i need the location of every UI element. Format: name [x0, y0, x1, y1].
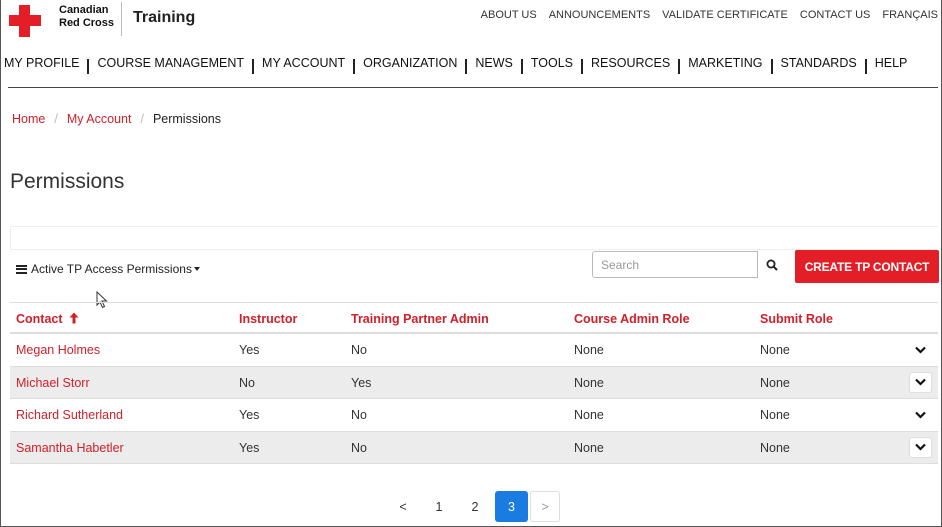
- table-row: Megan Holmes Yes No None None: [10, 334, 938, 367]
- utility-nav-francais[interactable]: FRANÇAIS: [882, 9, 938, 21]
- pagination: < 1 2 3 >: [385, 491, 560, 522]
- nav-course-management[interactable]: COURSE MANAGEMENT: [97, 56, 244, 70]
- instructor-cell: Yes: [239, 408, 260, 422]
- page-title: Permissions: [10, 170, 125, 193]
- red-cross-logo-icon[interactable]: [9, 5, 41, 37]
- header-training-partner-admin[interactable]: Training Partner Admin: [351, 312, 489, 326]
- nav-news[interactable]: NEWS: [475, 56, 513, 70]
- course-admin-cell: None: [574, 375, 604, 390]
- contact-link[interactable]: Megan Holmes: [16, 343, 100, 357]
- contact-link[interactable]: Michael Storr: [16, 376, 90, 390]
- table-row: Samantha Habetler Yes No None None: [10, 431, 938, 464]
- utility-nav-contact-us[interactable]: CONTACT US: [800, 9, 871, 21]
- chevron-down-icon: [915, 378, 926, 386]
- table-row: Michael Storr No Yes None None: [10, 366, 938, 399]
- course-admin-cell: None: [574, 440, 604, 455]
- breadcrumb-separator: /: [140, 112, 144, 126]
- nav-marketing[interactable]: MARKETING: [688, 56, 762, 70]
- utility-nav-validate-certificate[interactable]: VALIDATE CERTIFICATE: [662, 9, 788, 21]
- pagination-prev[interactable]: <: [385, 491, 421, 522]
- brand-divider: [121, 2, 122, 36]
- permissions-table: Contact Instructor Training Partner Admi…: [10, 302, 938, 464]
- breadcrumb-home[interactable]: Home: [12, 112, 45, 126]
- breadcrumb-my-account[interactable]: My Account: [67, 112, 132, 126]
- submit-role-cell: None: [760, 440, 790, 455]
- expand-row-button[interactable]: [909, 436, 932, 458]
- expand-row-button[interactable]: [909, 339, 932, 360]
- tp-admin-cell: Yes: [351, 375, 372, 390]
- search-input[interactable]: [592, 251, 758, 278]
- table-row: Richard Sutherland Yes No None None: [10, 399, 938, 432]
- contact-link[interactable]: Richard Sutherland: [16, 408, 123, 422]
- pagination-page-1[interactable]: 1: [421, 491, 457, 522]
- chevron-down-icon: [915, 346, 926, 354]
- expand-row-button[interactable]: [909, 404, 932, 425]
- expand-row-button[interactable]: [909, 371, 932, 393]
- brand-line-2: Red Cross: [59, 17, 115, 29]
- pagination-next[interactable]: >: [530, 491, 560, 522]
- nav-separator: [770, 59, 773, 74]
- nav-my-profile[interactable]: MY PROFILE: [4, 56, 79, 70]
- nav-resources[interactable]: RESOURCES: [591, 56, 670, 70]
- nav-organization[interactable]: ORGANIZATION: [363, 56, 457, 70]
- course-admin-cell: None: [574, 343, 604, 357]
- header-course-admin-role[interactable]: Course Admin Role: [574, 312, 690, 326]
- nav-tools[interactable]: TOOLS: [531, 56, 573, 70]
- search-button[interactable]: [757, 251, 787, 278]
- breadcrumb: Home / My Account / Permissions: [12, 112, 221, 126]
- submit-role-cell: None: [760, 343, 790, 357]
- header-contact[interactable]: Contact: [16, 312, 79, 326]
- site-title[interactable]: Training: [133, 9, 195, 27]
- nav-separator: [465, 59, 468, 74]
- filter-strip: [10, 226, 938, 250]
- nav-separator: [864, 59, 867, 74]
- nav-separator: [252, 59, 255, 74]
- top-bar: Canadian Red Cross Training ABOUT US ANN…: [0, 0, 942, 40]
- chevron-down-icon: [915, 411, 926, 419]
- breadcrumb-current: Permissions: [152, 112, 222, 126]
- tp-admin-cell: No: [351, 408, 367, 422]
- filter-label: Active TP Access Permissions: [31, 262, 192, 276]
- main-nav: MY PROFILE COURSE MANAGEMENT MY ACCOUNT …: [4, 55, 908, 74]
- course-admin-cell: None: [574, 408, 604, 422]
- permissions-filter-dropdown[interactable]: Active TP Access Permissions: [16, 262, 200, 276]
- sort-ascending-icon: [69, 312, 79, 324]
- contact-link[interactable]: Samantha Habetler: [16, 441, 124, 455]
- breadcrumb-separator: /: [54, 112, 58, 126]
- chevron-down-icon: [915, 443, 926, 451]
- submit-role-cell: None: [760, 375, 790, 390]
- caret-down-icon: [193, 267, 200, 271]
- nav-standards[interactable]: STANDARDS: [781, 56, 857, 70]
- utility-nav-announcements[interactable]: ANNOUNCEMENTS: [549, 9, 650, 21]
- instructor-cell: No: [239, 375, 255, 390]
- nav-help[interactable]: HELP: [875, 56, 908, 70]
- pagination-page-2[interactable]: 2: [457, 491, 493, 522]
- search-icon: [766, 259, 778, 271]
- nav-separator: [353, 59, 356, 74]
- header-submit-role[interactable]: Submit Role: [760, 312, 833, 326]
- instructor-cell: Yes: [239, 343, 260, 357]
- pagination-page-3-current[interactable]: 3: [495, 491, 528, 522]
- table-header: Contact Instructor Training Partner Admi…: [10, 302, 938, 334]
- tp-admin-cell: No: [351, 343, 367, 357]
- header-contact-label: Contact: [16, 312, 63, 326]
- nav-separator: [678, 59, 681, 74]
- create-tp-contact-button[interactable]: CREATE TP CONTACT: [795, 250, 939, 283]
- list-icon: [16, 264, 27, 274]
- tp-admin-cell: No: [351, 440, 367, 455]
- nav-separator: [520, 59, 523, 74]
- instructor-cell: Yes: [239, 440, 260, 455]
- nav-my-account[interactable]: MY ACCOUNT: [262, 56, 345, 70]
- utility-nav: ABOUT US ANNOUNCEMENTS VALIDATE CERTIFIC…: [469, 9, 938, 21]
- submit-role-cell: None: [760, 408, 790, 422]
- brand-line-1: Canadian: [59, 4, 109, 16]
- utility-nav-about-us[interactable]: ABOUT US: [481, 9, 537, 21]
- nav-divider: [8, 87, 938, 88]
- brand-name[interactable]: Canadian Red Cross: [59, 4, 114, 30]
- nav-separator: [581, 59, 584, 74]
- header-instructor[interactable]: Instructor: [239, 312, 297, 326]
- nav-separator: [87, 59, 90, 74]
